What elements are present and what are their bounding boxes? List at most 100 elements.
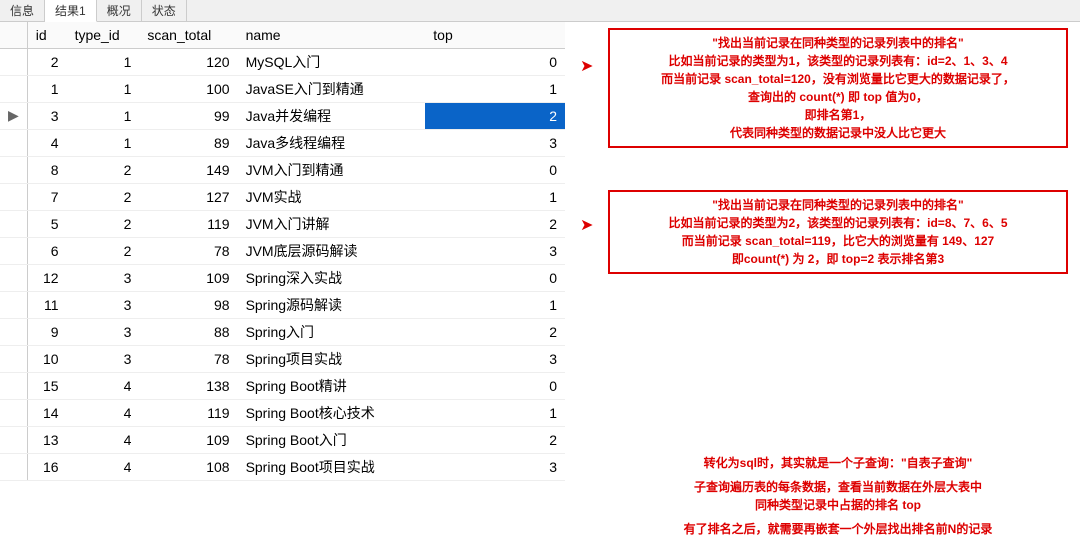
cell-top[interactable]: 3 [425, 129, 565, 156]
cell-id[interactable]: 11 [27, 291, 66, 318]
cell-id[interactable]: 7 [27, 183, 66, 210]
cell-scan_total[interactable]: 78 [139, 237, 237, 264]
cell-id[interactable]: 9 [27, 318, 66, 345]
cell-id[interactable]: 4 [27, 129, 66, 156]
cell-type_id[interactable]: 4 [67, 453, 140, 480]
cell-scan_total[interactable]: 109 [139, 426, 237, 453]
cell-name[interactable]: Spring入门 [238, 318, 426, 345]
col-header-name[interactable]: name [238, 22, 426, 48]
cell-id[interactable]: 6 [27, 237, 66, 264]
table-row[interactable]: 6278JVM底层源码解读3 [0, 237, 565, 264]
cell-type_id[interactable]: 1 [67, 75, 140, 102]
cell-name[interactable]: Spring项目实战 [238, 345, 426, 372]
cell-top[interactable]: 2 [425, 426, 565, 453]
tab-status[interactable]: 状态 [142, 0, 187, 21]
result-grid[interactable]: id type_id scan_total name top 21120MySQ… [0, 22, 565, 481]
cell-scan_total[interactable]: 120 [139, 48, 237, 75]
cell-type_id[interactable]: 1 [67, 102, 140, 129]
cell-top[interactable]: 0 [425, 156, 565, 183]
cell-id[interactable]: 14 [27, 399, 66, 426]
cell-name[interactable]: JavaSE入门到精通 [238, 75, 426, 102]
cell-top[interactable]: 3 [425, 237, 565, 264]
cell-name[interactable]: Spring Boot核心技术 [238, 399, 426, 426]
cell-name[interactable]: MySQL入门 [238, 48, 426, 75]
cell-scan_total[interactable]: 99 [139, 102, 237, 129]
cell-scan_total[interactable]: 100 [139, 75, 237, 102]
cell-type_id[interactable]: 2 [67, 210, 140, 237]
cell-top[interactable]: 1 [425, 183, 565, 210]
cell-top[interactable]: 0 [425, 264, 565, 291]
table-row[interactable]: 164108Spring Boot项目实战3 [0, 453, 565, 480]
cell-type_id[interactable]: 3 [67, 291, 140, 318]
cell-top[interactable]: 1 [425, 291, 565, 318]
cell-name[interactable]: Spring源码解读 [238, 291, 426, 318]
cell-type_id[interactable]: 1 [67, 129, 140, 156]
cell-scan_total[interactable]: 98 [139, 291, 237, 318]
col-header-id[interactable]: id [27, 22, 66, 48]
cell-top[interactable]: 0 [425, 372, 565, 399]
cell-id[interactable]: 8 [27, 156, 66, 183]
cell-top[interactable]: 2 [425, 318, 565, 345]
table-row[interactable]: ▶3199Java并发编程2 [0, 102, 565, 129]
table-row[interactable]: 134109Spring Boot入门2 [0, 426, 565, 453]
tab-profile[interactable]: 概况 [97, 0, 142, 21]
cell-type_id[interactable]: 4 [67, 426, 140, 453]
cell-top[interactable]: 2 [425, 210, 565, 237]
cell-name[interactable]: Spring Boot精讲 [238, 372, 426, 399]
cell-scan_total[interactable]: 109 [139, 264, 237, 291]
cell-scan_total[interactable]: 89 [139, 129, 237, 156]
cell-name[interactable]: JVM入门讲解 [238, 210, 426, 237]
cell-top[interactable]: 2 [425, 102, 565, 129]
cell-name[interactable]: JVM入门到精通 [238, 156, 426, 183]
cell-id[interactable]: 5 [27, 210, 66, 237]
col-header-scan[interactable]: scan_total [139, 22, 237, 48]
cell-scan_total[interactable]: 108 [139, 453, 237, 480]
cell-id[interactable]: 2 [27, 48, 66, 75]
cell-type_id[interactable]: 2 [67, 183, 140, 210]
cell-name[interactable]: Spring Boot项目实战 [238, 453, 426, 480]
table-row[interactable]: 4189Java多线程编程3 [0, 129, 565, 156]
cell-type_id[interactable]: 3 [67, 345, 140, 372]
cell-top[interactable]: 3 [425, 345, 565, 372]
table-row[interactable]: 21120MySQL入门0 [0, 48, 565, 75]
cell-type_id[interactable]: 4 [67, 372, 140, 399]
table-row[interactable]: 52119JVM入门讲解2 [0, 210, 565, 237]
cell-id[interactable]: 13 [27, 426, 66, 453]
cell-id[interactable]: 10 [27, 345, 66, 372]
cell-id[interactable]: 16 [27, 453, 66, 480]
cell-type_id[interactable]: 3 [67, 264, 140, 291]
cell-id[interactable]: 15 [27, 372, 66, 399]
table-row[interactable]: 11398Spring源码解读1 [0, 291, 565, 318]
table-row[interactable]: 123109Spring深入实战0 [0, 264, 565, 291]
cell-scan_total[interactable]: 78 [139, 345, 237, 372]
cell-top[interactable]: 1 [425, 399, 565, 426]
cell-type_id[interactable]: 1 [67, 48, 140, 75]
table-row[interactable]: 144119Spring Boot核心技术1 [0, 399, 565, 426]
table-row[interactable]: 154138Spring Boot精讲0 [0, 372, 565, 399]
cell-id[interactable]: 12 [27, 264, 66, 291]
cell-scan_total[interactable]: 119 [139, 210, 237, 237]
table-row[interactable]: 10378Spring项目实战3 [0, 345, 565, 372]
table-row[interactable]: 9388Spring入门2 [0, 318, 565, 345]
cell-type_id[interactable]: 2 [67, 237, 140, 264]
cell-name[interactable]: Java多线程编程 [238, 129, 426, 156]
cell-top[interactable]: 0 [425, 48, 565, 75]
cell-scan_total[interactable]: 149 [139, 156, 237, 183]
col-header-top[interactable]: top [425, 22, 565, 48]
cell-scan_total[interactable]: 138 [139, 372, 237, 399]
cell-type_id[interactable]: 4 [67, 399, 140, 426]
cell-scan_total[interactable]: 88 [139, 318, 237, 345]
cell-name[interactable]: Spring Boot入门 [238, 426, 426, 453]
cell-name[interactable]: JVM实战 [238, 183, 426, 210]
cell-id[interactable]: 3 [27, 102, 66, 129]
cell-scan_total[interactable]: 127 [139, 183, 237, 210]
cell-type_id[interactable]: 3 [67, 318, 140, 345]
cell-name[interactable]: Java并发编程 [238, 102, 426, 129]
table-row[interactable]: 72127JVM实战1 [0, 183, 565, 210]
cell-name[interactable]: JVM底层源码解读 [238, 237, 426, 264]
table-row[interactable]: 11100JavaSE入门到精通1 [0, 75, 565, 102]
cell-id[interactable]: 1 [27, 75, 66, 102]
tab-info[interactable]: 信息 [0, 0, 45, 21]
cell-name[interactable]: Spring深入实战 [238, 264, 426, 291]
table-row[interactable]: 82149JVM入门到精通0 [0, 156, 565, 183]
